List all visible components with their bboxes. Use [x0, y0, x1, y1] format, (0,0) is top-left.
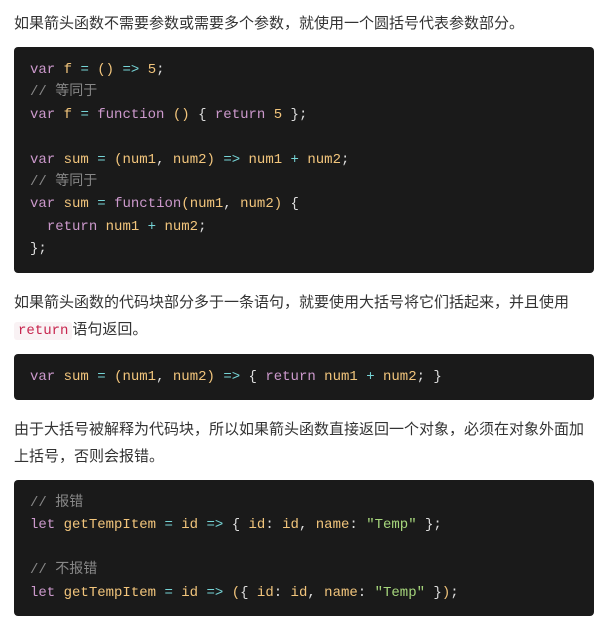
- id-sum: sum: [64, 196, 89, 212]
- kw-let: let: [30, 517, 55, 533]
- kw-return: return: [215, 107, 265, 123]
- para2-text-a: 如果箭头函数的代码块部分多于一条语句，就要使用大括号将它们括起来，并且使用: [14, 294, 569, 311]
- op-arrow: =>: [122, 62, 139, 78]
- op-arrow: =>: [206, 585, 223, 601]
- key-name: name: [324, 585, 358, 601]
- paren: (: [181, 196, 189, 212]
- kw-var: var: [30, 152, 55, 168]
- op-arrow: =>: [206, 517, 223, 533]
- num-5: 5: [148, 62, 156, 78]
- comment: // 等同于: [30, 174, 97, 190]
- comment: // 报错: [30, 495, 83, 511]
- kw-function: function: [114, 196, 181, 212]
- paren: ): [274, 196, 282, 212]
- id-getTempItem: getTempItem: [64, 585, 156, 601]
- id-num1: num1: [106, 219, 140, 235]
- id-getTempItem: getTempItem: [64, 517, 156, 533]
- id-id: id: [181, 517, 198, 533]
- kw-var: var: [30, 62, 55, 78]
- paragraph-3: 由于大括号被解释为代码块，所以如果箭头函数直接返回一个对象，必须在对象外面加上括…: [14, 416, 594, 470]
- id-num1: num1: [122, 369, 156, 385]
- id-sum: sum: [64, 369, 89, 385]
- op-eq: =: [97, 196, 105, 212]
- id-num2: num2: [173, 369, 207, 385]
- code-block-2: var sum = (num1, num2) => { return num1 …: [14, 354, 594, 400]
- kw-var: var: [30, 107, 55, 123]
- paragraph-2: 如果箭头函数的代码块部分多于一条语句，就要使用大括号将它们括起来，并且使用 ret…: [14, 289, 594, 344]
- op-eq: =: [80, 107, 88, 123]
- id-num1: num1: [190, 196, 224, 212]
- op-eq: =: [80, 62, 88, 78]
- id-num2: num2: [164, 219, 198, 235]
- kw-var: var: [30, 196, 55, 212]
- id-sum: sum: [64, 152, 89, 168]
- op-eq: =: [97, 152, 105, 168]
- comment: // 不报错: [30, 562, 97, 578]
- val-id: id: [282, 517, 299, 533]
- id-f: f: [64, 62, 72, 78]
- kw-function: function: [97, 107, 164, 123]
- paren: ): [207, 369, 215, 385]
- id-num2: num2: [240, 196, 274, 212]
- comment: // 等同于: [30, 84, 97, 100]
- op-plus: +: [291, 152, 299, 168]
- key-name: name: [316, 517, 350, 533]
- id-f: f: [64, 107, 72, 123]
- paren: ): [442, 585, 450, 601]
- kw-return: return: [265, 369, 315, 385]
- id-id: id: [181, 585, 198, 601]
- op-plus: +: [148, 219, 156, 235]
- paren: (): [97, 62, 114, 78]
- op-eq: =: [164, 517, 172, 533]
- op-arrow: =>: [223, 152, 240, 168]
- id-num2: num2: [173, 152, 207, 168]
- paren: (: [232, 585, 240, 601]
- id-num1: num1: [122, 152, 156, 168]
- kw-let: let: [30, 585, 55, 601]
- id-num1: num1: [324, 369, 358, 385]
- paren: ): [207, 152, 215, 168]
- num-5: 5: [274, 107, 282, 123]
- str-temp: "Temp": [375, 585, 425, 601]
- paragraph-1: 如果箭头函数不需要参数或需要多个参数，就使用一个圆括号代表参数部分。: [14, 10, 594, 37]
- str-temp: "Temp": [366, 517, 416, 533]
- val-id: id: [291, 585, 308, 601]
- key-id: id: [249, 517, 266, 533]
- code-block-1: var f = () => 5; // 等同于 var f = function…: [14, 47, 594, 273]
- code-block-3: // 报错 let getTempItem = id => { id: id, …: [14, 480, 594, 616]
- paren: (): [173, 107, 190, 123]
- op-eq: =: [164, 585, 172, 601]
- inline-code-return: return: [14, 322, 72, 340]
- kw-return: return: [47, 219, 97, 235]
- key-id: id: [257, 585, 274, 601]
- op-plus: +: [366, 369, 374, 385]
- id-num2: num2: [307, 152, 341, 168]
- kw-var: var: [30, 369, 55, 385]
- para2-text-b: 语句返回。: [72, 321, 147, 338]
- id-num1: num1: [249, 152, 283, 168]
- id-num2: num2: [383, 369, 417, 385]
- op-arrow: =>: [223, 369, 240, 385]
- op-eq: =: [97, 369, 105, 385]
